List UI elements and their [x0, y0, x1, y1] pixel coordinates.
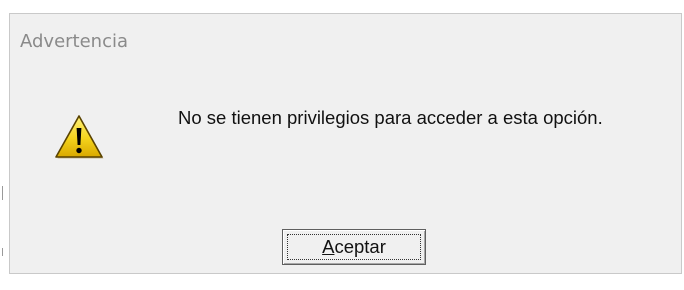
warning-icon	[55, 115, 104, 159]
dialog-message: No se tienen privilegios para acceder a …	[178, 107, 603, 128]
accept-button[interactable]: Aceptar	[282, 229, 426, 265]
button-label-rest: ceptar	[334, 236, 386, 257]
warning-dialog: Advertencia No se tienen privilegios par…	[9, 13, 682, 274]
button-mnemonic-letter: A	[322, 236, 335, 257]
screen: Advertencia No se tienen privilegios par…	[0, 0, 684, 290]
background-edge-mark	[2, 248, 3, 256]
dialog-title-bar[interactable]: Advertencia	[10, 14, 681, 74]
background-edge-mark	[2, 186, 3, 200]
background-window-edge	[0, 0, 8, 290]
dialog-title: Advertencia	[20, 31, 129, 52]
